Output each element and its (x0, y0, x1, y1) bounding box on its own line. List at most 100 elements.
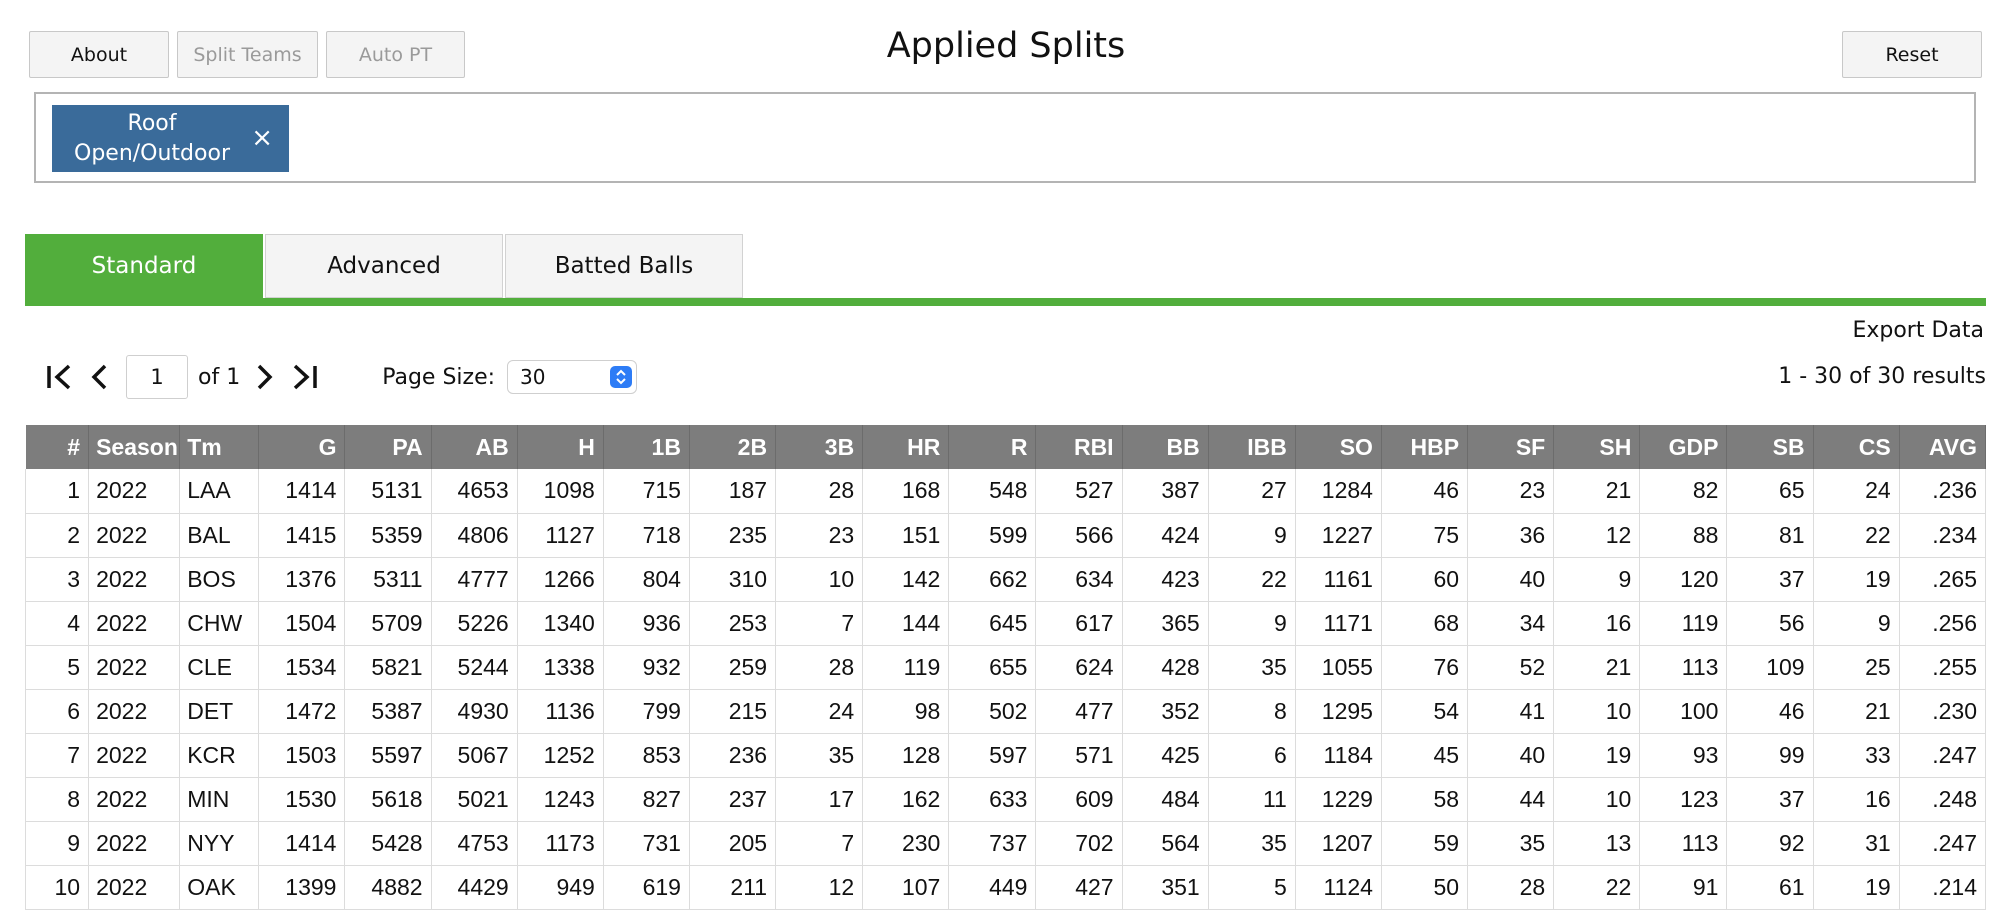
column-header[interactable]: SH (1553, 425, 1641, 469)
tab-batted-balls[interactable]: Batted Balls (505, 234, 743, 298)
table-cell: 5244 (431, 645, 518, 690)
column-header[interactable]: HR (862, 425, 950, 469)
reset-button[interactable]: Reset (1842, 31, 1982, 78)
column-header[interactable]: 3B (775, 425, 864, 469)
column-header[interactable]: AVG (1899, 425, 1987, 469)
table-cell: 61 (1726, 865, 1814, 910)
table-cell: 1055 (1295, 645, 1382, 690)
column-header[interactable]: # (25, 425, 90, 469)
table-cell: 9 (1208, 601, 1296, 646)
table-cell: 24 (775, 689, 864, 734)
table-cell: 571 (1035, 733, 1123, 778)
table-cell: 425 (1122, 733, 1209, 778)
column-header[interactable]: CS (1813, 425, 1900, 469)
table-cell: DET (179, 689, 260, 734)
column-header[interactable]: PA (344, 425, 432, 469)
table-cell: 5597 (344, 733, 432, 778)
table-cell: 211 (689, 865, 777, 910)
table-cell: 2022 (88, 777, 181, 822)
table-row: 8 2022 MIN 1530 5618 5021 1243 827 237 17 162 633 60… (24, 777, 1987, 822)
column-header[interactable]: RBI (1035, 425, 1123, 469)
next-page-icon[interactable] (244, 354, 284, 400)
table-cell: 662 (948, 557, 1037, 602)
table-cell: 702 (1035, 821, 1123, 866)
column-header[interactable]: Season (88, 425, 181, 469)
table-cell: 151 (862, 513, 950, 558)
column-header[interactable]: BB (1122, 425, 1209, 469)
table-cell: 142 (862, 557, 950, 602)
stat-tabs: Standard Advanced Batted Balls (25, 234, 745, 298)
column-header[interactable]: 2B (689, 425, 777, 469)
table-cell: 35 (1467, 821, 1555, 866)
table-cell: 387 (1122, 469, 1209, 514)
tab-advanced[interactable]: Advanced (265, 234, 503, 298)
column-header[interactable]: Tm (179, 425, 260, 469)
table-cell: 75 (1381, 513, 1469, 558)
table-cell: 1534 (258, 645, 346, 690)
table-cell: 365 (1122, 601, 1209, 646)
column-header[interactable]: IBB (1208, 425, 1296, 469)
table-cell: 34 (1467, 601, 1555, 646)
table-cell: NYY (179, 821, 260, 866)
table-cell: 799 (603, 689, 690, 734)
table-cell: 23 (1467, 469, 1555, 514)
table-cell: 1252 (517, 733, 604, 778)
column-header[interactable]: SB (1726, 425, 1814, 469)
table-row: 6 2022 DET 1472 5387 4930 1136 799 215 24 98 502 477… (24, 689, 1987, 734)
table-cell: 6 (24, 689, 90, 734)
table-cell: 41 (1467, 689, 1555, 734)
column-header[interactable]: GDP (1639, 425, 1728, 469)
table-cell: 5428 (344, 821, 432, 866)
page-number-input[interactable] (126, 355, 188, 399)
table-cell: 100 (1639, 689, 1728, 734)
table-cell: 107 (862, 865, 950, 910)
table-cell: 4930 (431, 689, 518, 734)
prev-page-icon[interactable] (80, 354, 120, 400)
column-header[interactable]: R (948, 425, 1037, 469)
table-cell: 449 (948, 865, 1037, 910)
table-cell: 1243 (517, 777, 604, 822)
first-page-icon[interactable] (40, 354, 80, 400)
column-header[interactable]: SF (1467, 425, 1555, 469)
table-cell: 76 (1381, 645, 1469, 690)
table-cell: 93 (1639, 733, 1728, 778)
table-cell: 91 (1639, 865, 1728, 910)
table-cell: 120 (1639, 557, 1728, 602)
column-header[interactable]: H (517, 425, 604, 469)
table-cell: 3 (24, 557, 90, 602)
table-cell: 259 (689, 645, 777, 690)
table-cell: 10 (1553, 689, 1641, 734)
column-header[interactable]: HBP (1381, 425, 1469, 469)
table-cell: 4753 (431, 821, 518, 866)
table-cell: 236 (689, 733, 777, 778)
table-cell: .247 (1899, 733, 1987, 778)
table-cell: 35 (775, 733, 864, 778)
table-cell: 352 (1122, 689, 1209, 734)
table-cell: 1229 (1295, 777, 1382, 822)
table-cell: LAA (179, 469, 260, 514)
table-cell: 253 (689, 601, 777, 646)
table-cell: 2022 (88, 733, 181, 778)
tab-standard[interactable]: Standard (25, 234, 263, 298)
tab-divider (25, 298, 1986, 306)
table-cell: 12 (775, 865, 864, 910)
column-header[interactable]: SO (1295, 425, 1382, 469)
column-header[interactable]: AB (431, 425, 518, 469)
column-header[interactable]: 1B (603, 425, 690, 469)
table-cell: 168 (862, 469, 950, 514)
table-cell: .255 (1899, 645, 1987, 690)
export-data-link[interactable]: Export Data (1852, 318, 1984, 343)
table-cell: .247 (1899, 821, 1987, 866)
last-page-icon[interactable] (284, 354, 324, 400)
table-cell: 40 (1467, 557, 1555, 602)
table-cell: 215 (689, 689, 777, 734)
table-cell: 36 (1467, 513, 1555, 558)
close-icon[interactable]: × (251, 123, 273, 153)
table-cell: 35 (1208, 645, 1296, 690)
column-header[interactable]: G (258, 425, 346, 469)
table-cell: 633 (948, 777, 1037, 822)
page-size-select[interactable]: 30 (507, 360, 638, 394)
table-cell: 804 (603, 557, 690, 602)
table-cell: 5 (1208, 865, 1296, 910)
table-cell: 27 (1208, 469, 1296, 514)
